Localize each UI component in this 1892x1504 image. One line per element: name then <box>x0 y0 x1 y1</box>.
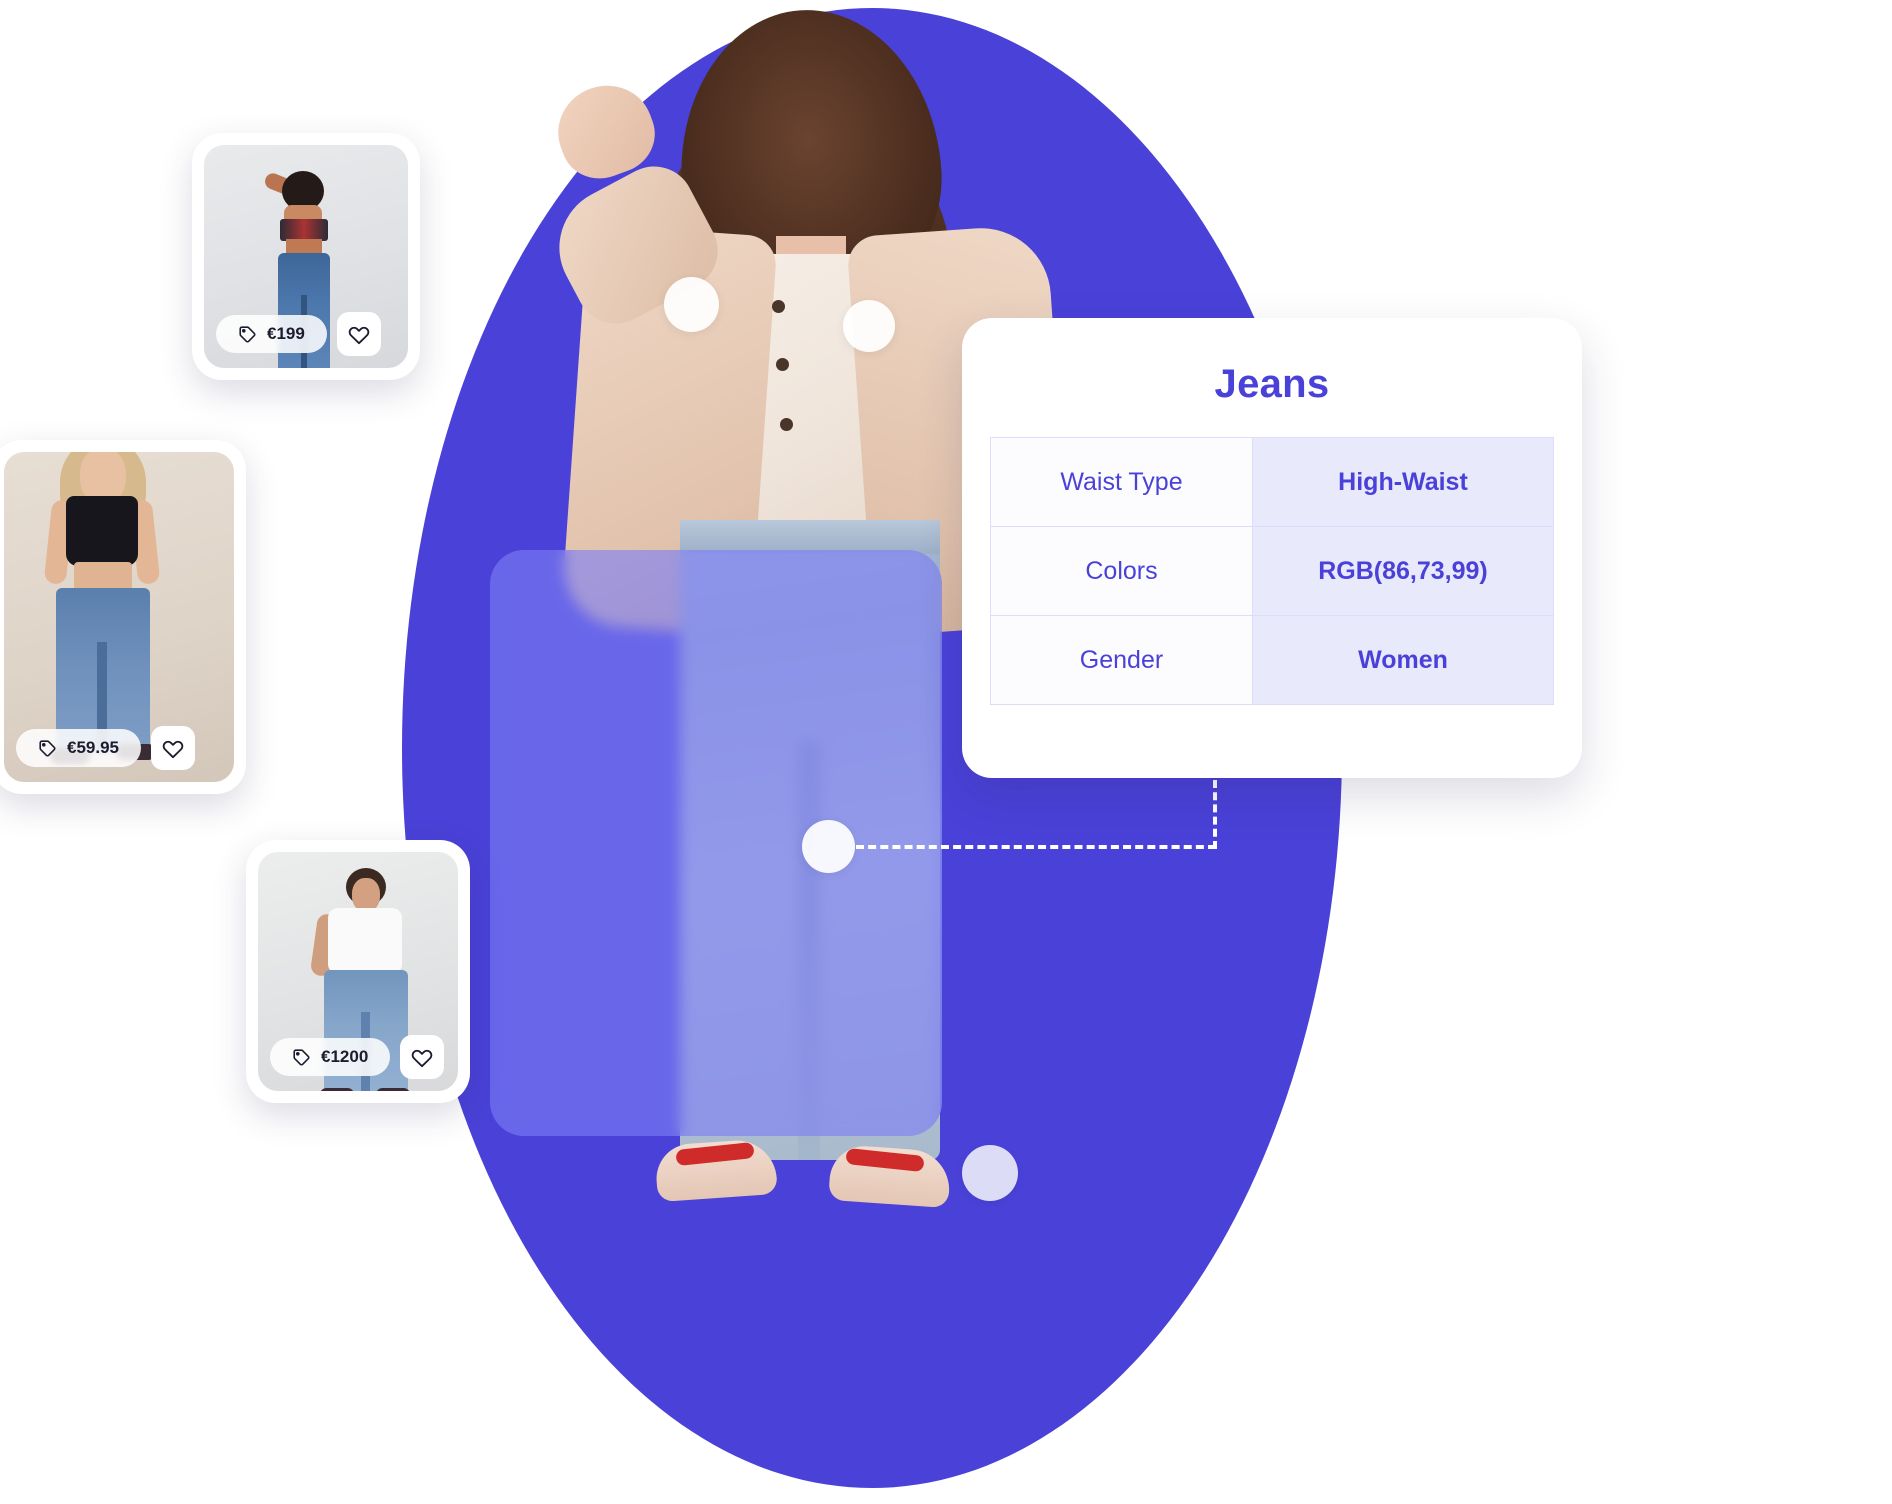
product-image: €59.95 <box>4 452 234 782</box>
attribute-value-waist-type: High-Waist <box>1251 437 1555 527</box>
price-label: €199 <box>267 324 305 343</box>
heart-icon <box>348 323 370 345</box>
product1-top <box>280 219 328 241</box>
detection-dot-shirt[interactable] <box>664 277 719 332</box>
attribute-value-colors: RGB(86,73,99) <box>1251 526 1555 616</box>
jeans-selection-highlight[interactable] <box>490 550 942 1136</box>
product-card[interactable]: €1200 <box>246 840 470 1103</box>
product-image: €199 <box>204 145 408 368</box>
product3-tshirt <box>328 908 402 974</box>
price-label: €1200 <box>321 1047 369 1066</box>
attribute-key-waist-type: Waist Type <box>990 437 1253 527</box>
price-pill[interactable]: €199 <box>216 315 327 353</box>
product-card-actions: €59.95 <box>16 726 222 770</box>
product-card[interactable]: €59.95 <box>0 440 246 794</box>
heart-icon <box>162 737 184 759</box>
detection-dot-jeans[interactable] <box>802 820 855 873</box>
attribute-info-card: Jeans Waist Type High-Waist Colors RGB(8… <box>962 318 1582 778</box>
product-card-actions: €199 <box>216 312 396 356</box>
favorite-button[interactable] <box>336 312 381 356</box>
heart-icon <box>411 1046 433 1068</box>
attribute-value-gender: Women <box>1251 615 1555 705</box>
attribute-key-gender: Gender <box>990 615 1253 705</box>
jacket-button-2 <box>776 358 789 371</box>
table-row: Waist Type High-Waist <box>990 437 1555 527</box>
product-card[interactable]: €199 <box>192 133 420 380</box>
info-card-title: Jeans <box>1214 362 1330 406</box>
detection-dot-shoe[interactable] <box>962 1145 1018 1201</box>
attribute-key-colors: Colors <box>990 526 1253 616</box>
product2-crop-top <box>66 496 138 566</box>
model-jeans-waistband <box>680 520 940 554</box>
table-row: Colors RGB(86,73,99) <box>990 526 1555 616</box>
connector-line-vertical <box>1213 780 1217 849</box>
price-tag-icon <box>238 325 257 344</box>
detection-dot-sleeve[interactable] <box>843 300 895 352</box>
price-tag-icon <box>38 739 57 758</box>
favorite-button[interactable] <box>400 1035 445 1079</box>
favorite-button[interactable] <box>151 726 195 770</box>
promo-illustration: Jeans Waist Type High-Waist Colors RGB(8… <box>0 0 1892 1504</box>
price-label: €59.95 <box>67 738 119 757</box>
price-tag-icon <box>292 1048 311 1067</box>
product3-shoe-left <box>320 1088 354 1091</box>
product-image: €1200 <box>258 852 458 1091</box>
price-pill[interactable]: €59.95 <box>16 729 141 767</box>
price-pill[interactable]: €1200 <box>270 1038 391 1076</box>
jacket-button-3 <box>780 418 793 431</box>
product-card-actions: €1200 <box>270 1035 446 1079</box>
product3-shoe-right <box>376 1088 410 1091</box>
connector-line-horizontal <box>856 845 1216 849</box>
attribute-table: Waist Type High-Waist Colors RGB(86,73,9… <box>990 437 1555 705</box>
table-row: Gender Women <box>990 615 1555 705</box>
jacket-button-1 <box>772 300 785 313</box>
product3-face <box>352 878 380 912</box>
